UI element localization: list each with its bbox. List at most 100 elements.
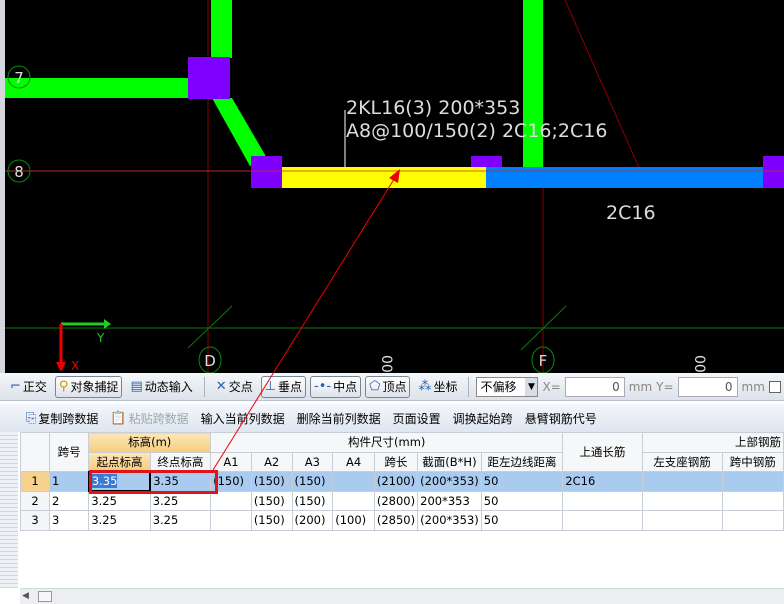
header-left-support[interactable]: 左支座钢筋: [641, 451, 723, 472]
cell-sec[interactable]: (200*353): [417, 471, 482, 492]
midpoint-button[interactable]: -•- 中点: [310, 375, 362, 398]
midpoint-label: 中点: [333, 380, 358, 394]
cell-a3[interactable]: (150): [291, 490, 334, 511]
header-span-len[interactable]: 跨长: [373, 451, 419, 472]
cell-a2[interactable]: (150): [250, 490, 293, 511]
dynamic-input-button[interactable]: ▤ 动态输入: [126, 376, 196, 398]
object-snap-button[interactable]: ⚲ 对象捕捉: [54, 375, 123, 398]
canvas-left-edge: [0, 0, 5, 373]
cell-sec[interactable]: (200*353): [417, 510, 482, 531]
paste-span-button[interactable]: 📋 粘贴跨数据: [106, 407, 192, 429]
cell-left[interactable]: [641, 471, 723, 492]
cell-dist[interactable]: 50: [480, 471, 564, 492]
vertex-button[interactable]: ⬠ 顶点: [365, 375, 411, 398]
cell-dist[interactable]: 50: [480, 510, 564, 531]
cell-left[interactable]: [641, 490, 723, 511]
coordinate-label: 坐标: [433, 380, 458, 394]
column: [471, 156, 502, 167]
dynamic-input-label: 动态输入: [144, 380, 193, 394]
cell-a4[interactable]: (100): [332, 510, 375, 531]
ucs-x-label: X: [71, 359, 79, 373]
cell-a1[interactable]: [210, 510, 252, 531]
offset-select[interactable]: 不偏移 ▼: [476, 376, 539, 397]
cell-top[interactable]: 2C16: [562, 471, 643, 492]
perpendicular-button[interactable]: ⊥ 垂点: [260, 375, 307, 398]
delete-column-button[interactable]: 删除当前列数据: [293, 407, 385, 429]
header-start-elev[interactable]: 起点标高: [88, 451, 151, 472]
header-section[interactable]: 截面(B*H): [417, 451, 482, 472]
vertex-label: 顶点: [382, 380, 407, 394]
cell-start[interactable]: 3.25: [88, 510, 151, 531]
x-label: X=: [542, 379, 561, 394]
header-dist-left[interactable]: 距左边线距离: [480, 451, 564, 472]
header-a3[interactable]: A3: [291, 451, 334, 472]
x-unit: mm: [628, 379, 653, 394]
cell-top[interactable]: [562, 510, 643, 531]
cell-end[interactable]: 3.25: [149, 510, 212, 531]
dimension-text: 00: [691, 355, 707, 373]
cell-len[interactable]: (2850): [373, 510, 419, 531]
cell-span[interactable]: 2: [48, 490, 90, 511]
cell-mid[interactable]: [721, 471, 784, 492]
horizontal-scrollbar[interactable]: ◀: [20, 588, 784, 604]
axis-label-f: F: [539, 352, 548, 370]
cell-len[interactable]: (2800): [373, 490, 419, 511]
cell-mid[interactable]: [721, 510, 784, 531]
wall: [5, 78, 190, 98]
cell-span[interactable]: 3: [48, 510, 90, 531]
tick-mark: [187, 305, 233, 349]
cell-span[interactable]: 1: [48, 471, 90, 492]
divider: [203, 376, 205, 397]
header-a4[interactable]: A4: [332, 451, 375, 472]
dimension-text: 00: [378, 355, 394, 373]
axis-label-7: 7: [14, 69, 24, 87]
input-column-button[interactable]: 输入当前列数据: [197, 407, 289, 429]
header-dimensions: 构件尺寸(mm): [210, 432, 564, 453]
offset-select-value: 不偏移: [480, 380, 517, 394]
cell-a2[interactable]: (150): [250, 510, 293, 531]
ortho-icon: ⌐: [10, 379, 21, 394]
cad-canvas[interactable]: 2KL16(3) 200*353 A8@100/150(2) 2C16;2C16…: [0, 0, 784, 373]
ortho-button[interactable]: ⌐ 正交: [6, 376, 51, 398]
selected-beam-span[interactable]: [267, 167, 486, 188]
scroll-left-icon[interactable]: ◀: [22, 591, 29, 601]
cell-dist[interactable]: 50: [480, 490, 564, 511]
y-input[interactable]: 0: [677, 376, 738, 397]
header-a2[interactable]: A2: [250, 451, 293, 472]
cell-a3[interactable]: (150): [291, 471, 334, 492]
rebar-label: 2C16: [606, 202, 656, 224]
table-row[interactable]: 3 3 3.25 3.25 (150) (200) (100) (2850) (200*353)…: [20, 510, 784, 531]
y-label: Y=: [656, 379, 674, 394]
cell-a4[interactable]: [332, 471, 375, 492]
perpendicular-icon: ⊥: [264, 379, 277, 394]
cell-top[interactable]: [562, 490, 643, 511]
header-mid-span[interactable]: 跨中钢筋: [721, 451, 784, 472]
cantilever-code-button[interactable]: 悬臂钢筋代号: [521, 407, 601, 429]
header-end-elev[interactable]: 终点标高: [149, 451, 212, 472]
cell-a2[interactable]: (150): [250, 471, 293, 492]
copy-span-button[interactable]: ⎘ 复制跨数据: [22, 407, 102, 429]
x-input[interactable]: 0: [564, 376, 625, 397]
object-snap-label: 对象捕捉: [70, 380, 119, 394]
beam-span: [486, 167, 784, 188]
scrollbar-thumb[interactable]: [38, 591, 52, 602]
cell-mid[interactable]: [721, 490, 784, 511]
beam-label-line1: 2KL16(3) 200*353: [346, 97, 520, 119]
cell-a3[interactable]: (200): [291, 510, 334, 531]
cell-a4[interactable]: [332, 490, 375, 511]
cell-left[interactable]: [641, 510, 723, 531]
wall: [211, 0, 232, 58]
cell-len[interactable]: (2100): [373, 471, 419, 492]
header-a1[interactable]: A1: [210, 451, 252, 472]
header-span-no: 跨号: [48, 432, 90, 472]
intersection-button[interactable]: ✕ 交点: [212, 376, 257, 398]
checkbox[interactable]: [768, 380, 781, 393]
swap-start-button[interactable]: 调换起始跨: [449, 407, 517, 429]
column: [251, 156, 282, 188]
corner-header: [20, 432, 50, 472]
chevron-down-icon: ▼: [525, 377, 538, 396]
coordinate-button[interactable]: ⁂ 坐标: [414, 376, 461, 398]
page-setup-button[interactable]: 页面设置: [389, 407, 445, 429]
cell-sec[interactable]: 200*353: [417, 490, 482, 511]
header-elevation: 标高(m): [88, 432, 212, 453]
